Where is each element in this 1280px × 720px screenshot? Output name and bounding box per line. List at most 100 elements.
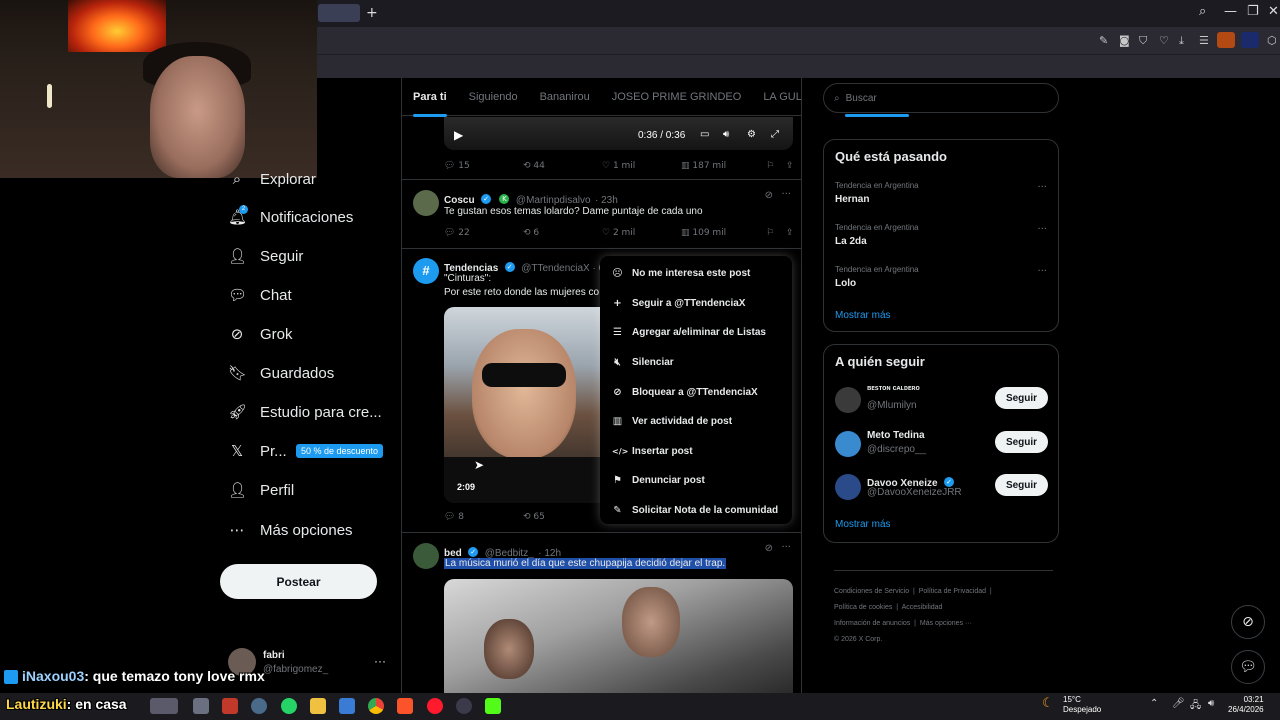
follow-button[interactable]: Seguir xyxy=(995,474,1048,496)
show-more-link[interactable]: Mostrar más xyxy=(835,310,891,321)
retweet-icon[interactable]: ⟲ 6 xyxy=(523,228,602,238)
trend-name[interactable]: Hernan xyxy=(835,194,869,205)
tweet-video[interactable]: 2:09 xyxy=(444,307,604,503)
sidebar-item-guardados[interactable]: 🔖︎ Guardados xyxy=(228,360,334,386)
tweet-handle[interactable]: @TTendenciaX · 6h xyxy=(521,263,610,274)
more-icon[interactable]: ··· xyxy=(781,189,791,200)
views-icon[interactable]: ▥ 187 mil xyxy=(681,161,766,171)
clock[interactable]: 03:21 26/4/2026 xyxy=(1228,695,1264,715)
tab-joseo[interactable]: JOSEO PRIME GRINDEO xyxy=(612,91,742,103)
extension-icon[interactable] xyxy=(1241,32,1259,48)
bookmark-icon[interactable]: ⚐ xyxy=(766,161,786,171)
tweet-video[interactable] xyxy=(444,579,793,693)
like-icon[interactable]: ♡ 2 mil xyxy=(602,228,681,238)
grok-icon[interactable]: ⊘ xyxy=(765,190,773,201)
sidebar-item-seguir[interactable]: 👤︎ Seguir xyxy=(228,243,303,269)
avatar[interactable] xyxy=(835,431,861,457)
microphone-icon[interactable]: 🎤︎ xyxy=(1172,698,1185,709)
more-icon[interactable]: ··· xyxy=(1037,266,1047,277)
tweet-time[interactable]: · 23h xyxy=(595,195,618,206)
chrome-icon[interactable] xyxy=(368,698,384,714)
trend-name[interactable]: La 2da xyxy=(835,236,867,247)
sidebar-item-grok[interactable]: ⊘ Grok xyxy=(228,321,293,347)
follow-button[interactable]: Seguir xyxy=(995,387,1048,409)
footer-link[interactable]: Política de Privacidad xyxy=(919,588,986,595)
sidebar-item-chat[interactable]: 💬︎ Chat xyxy=(228,282,292,308)
brave-icon[interactable] xyxy=(397,698,413,714)
footer-link[interactable]: Información de anuncios xyxy=(834,620,910,627)
reply-icon[interactable]: 💬︎ 8 xyxy=(444,512,523,522)
menu-item-activity[interactable]: ▥ Ver actividad de post xyxy=(600,407,792,437)
heart-icon[interactable]: ♡ xyxy=(1159,34,1169,47)
menu-item-not-interested[interactable]: ☹ No me interesa este post xyxy=(600,259,792,289)
opera-icon[interactable] xyxy=(427,698,443,714)
volume-icon[interactable]: 🔊︎ xyxy=(1208,698,1214,709)
menu-item-block[interactable]: ⊘ Bloquear a @TTendenciaX xyxy=(600,377,792,407)
footer-link[interactable]: Más opciones ··· xyxy=(920,620,972,627)
whatsapp-icon[interactable] xyxy=(281,698,297,714)
taskbar-app-icon[interactable] xyxy=(193,698,209,714)
tab-la-gula[interactable]: LA GULA xyxy=(763,91,801,103)
views-icon[interactable]: ▥ 109 mil xyxy=(681,228,766,238)
taskbar-app-icon[interactable] xyxy=(251,698,267,714)
tab-siguiendo[interactable]: Siguiendo xyxy=(469,91,518,103)
search-icon[interactable]: ⌕ xyxy=(1199,4,1206,19)
restore-button[interactable]: ❐ xyxy=(1247,4,1259,19)
like-icon[interactable]: ♡ 1 mil xyxy=(602,161,681,171)
sidebar-item-mas-opciones[interactable]: ⋯ Más opciones xyxy=(228,517,353,543)
video-player[interactable]: ▶ 0:36 / 0:36 ▭ 🔊︎ ⚙ ⤢ xyxy=(444,117,793,150)
sidebar-item-premium[interactable]: 𝕏 Pr... xyxy=(228,438,287,464)
kick-icon[interactable] xyxy=(485,698,501,714)
settings-icon[interactable]: ⚙ xyxy=(747,129,756,140)
show-more-link[interactable]: Mostrar más xyxy=(835,519,891,530)
more-icon[interactable]: ··· xyxy=(374,654,386,668)
download-icon[interactable]: ⤓ xyxy=(1179,34,1184,48)
follow-button[interactable]: Seguir xyxy=(995,431,1048,453)
tweet-handle[interactable]: @Martinpdisalvo xyxy=(516,195,591,206)
sidebar-item-explorar[interactable]: ⌕ Explorar xyxy=(228,166,316,192)
volume-icon[interactable]: 🔊︎ xyxy=(723,129,729,140)
captions-icon[interactable]: ▭ xyxy=(700,129,709,140)
avatar[interactable] xyxy=(835,387,861,413)
fullscreen-icon[interactable]: ⤢ xyxy=(771,129,779,140)
reply-icon[interactable]: 💬︎ 15 xyxy=(444,161,523,171)
more-icon[interactable]: ··· xyxy=(781,542,791,553)
post-button[interactable]: Postear xyxy=(220,564,377,599)
screenshot-icon[interactable]: ◙ xyxy=(1119,34,1130,47)
close-window-button[interactable]: ✕ xyxy=(1268,4,1279,19)
follow-name[interactable]: Meto Tedina xyxy=(867,430,925,441)
tweet-author[interactable]: Coscu xyxy=(444,195,475,206)
menu-icon[interactable]: ☰ xyxy=(1199,34,1209,47)
menu-item-community-note[interactable]: ✎ Solicitar Nota de la comunidad xyxy=(600,496,792,526)
share-icon[interactable]: ⇪ xyxy=(786,161,794,171)
footer-link[interactable]: Accesibilidad xyxy=(902,604,943,611)
edit-icon[interactable]: ✎ xyxy=(1099,34,1108,47)
calculator-icon[interactable] xyxy=(339,698,355,714)
menu-item-follow[interactable]: + Seguir a @TTendenciaX xyxy=(600,289,792,319)
menu-item-mute[interactable]: 🔇︎ Silenciar xyxy=(600,348,792,378)
taskbar-app-icon[interactable] xyxy=(456,698,472,714)
new-tab-button[interactable]: + xyxy=(366,5,378,21)
minimize-button[interactable]: — xyxy=(1224,4,1237,19)
weather-widget[interactable]: 15°C Despejado xyxy=(1063,695,1101,715)
share-icon[interactable]: ⇪ xyxy=(786,228,794,238)
tab-bananirou[interactable]: Bananirou xyxy=(540,91,590,103)
browser-tab[interactable] xyxy=(318,4,360,22)
avatar[interactable] xyxy=(413,190,439,216)
menu-item-embed[interactable]: </> Insertar post xyxy=(600,437,792,467)
reply-icon[interactable]: 💬︎ 22 xyxy=(444,228,523,238)
footer-link[interactable]: Política de cookies xyxy=(834,604,892,611)
network-icon[interactable]: 🖧 xyxy=(1190,698,1201,715)
sidebar-item-perfil[interactable]: 👤︎ Perfil xyxy=(228,477,294,503)
follow-name[interactable]: ʙᴇsᴛᴏɴ ᴄᴀʟᴅᴇʀᴏ xyxy=(867,385,920,392)
more-icon[interactable]: ··· xyxy=(1037,182,1047,193)
messages-button[interactable]: 💬︎ xyxy=(1231,650,1265,684)
avatar[interactable] xyxy=(835,474,861,500)
folder-icon[interactable] xyxy=(310,698,326,714)
taskbar-app-icon[interactable] xyxy=(150,698,178,714)
grok-button[interactable]: ⊘ xyxy=(1231,605,1265,639)
retweet-icon[interactable]: ⟲ 65 xyxy=(523,512,602,522)
extensions-icon[interactable]: ⬡ xyxy=(1267,34,1277,47)
footer-link[interactable]: Condiciones de Servicio xyxy=(834,588,909,595)
tab-para-ti[interactable]: Para ti xyxy=(413,91,447,117)
